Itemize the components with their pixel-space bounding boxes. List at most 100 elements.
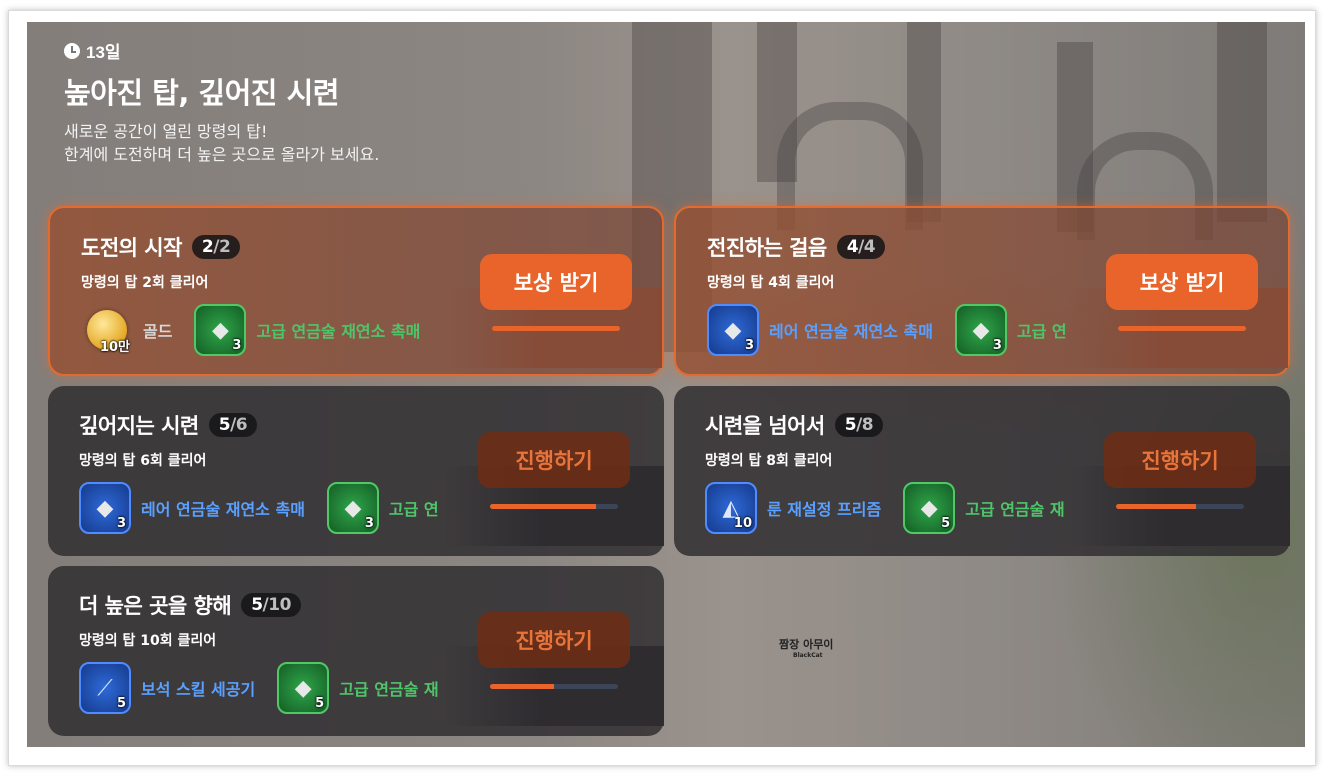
catalyst-icon: ◆ — [972, 317, 990, 343]
catalyst-icon: ◆ — [211, 317, 229, 343]
reward-list: 10만 골드 ◆ 3 고급 연금술 재연소 촉매 — [81, 304, 442, 356]
clock-icon — [64, 42, 80, 59]
counter-total: 4 — [863, 237, 876, 257]
mission-title-text: 도전의 시작 — [81, 236, 182, 260]
mission-card: 시련을 넘어서 5/8 망령의 탑 8회 클리어 ◭ 10 룬 재설정 프리즘 ◆ 5 고급 연… — [674, 386, 1290, 556]
days-label: 13일 — [86, 43, 121, 62]
mission-card: 깊어지는 시련 5/6 망령의 탑 6회 클리어 ◆ 3 레어 연금술 재연소 촉매 ◆ 3 고… — [48, 386, 664, 556]
reward-list: ⟋ 5 보석 스킬 세공기 ◆ 5 고급 연금술 재 — [79, 662, 461, 714]
reward-icon-box: ◆ 3 — [707, 304, 759, 356]
reward-icon-box: 10만 — [81, 304, 133, 356]
mission-title-text: 전진하는 걸음 — [707, 236, 827, 260]
progress-bar — [490, 504, 618, 509]
mission-title-text: 시련을 넘어서 — [705, 414, 825, 438]
reward-name: 레어 연금술 재연소 촉매 — [141, 500, 305, 519]
reward-quantity: 5 — [315, 696, 325, 711]
mission-description: 망령의 탑 4회 클리어 — [707, 275, 835, 291]
reward-icon-box: ◆ 3 — [194, 304, 247, 356]
reward-name: 고급 연금술 재 — [965, 500, 1065, 519]
reward-item[interactable]: ◆ 5 고급 연금술 재 — [277, 662, 439, 714]
reward-quantity: 3 — [232, 338, 242, 353]
reward-name: 보석 스킬 세공기 — [141, 680, 256, 699]
catalyst-icon: ◆ — [724, 317, 742, 343]
counter-current: 4 — [846, 237, 859, 257]
reward-name: 고급 연 — [388, 500, 439, 519]
mission-counter: 5/6 — [208, 413, 258, 437]
reward-icon-box: ⟋ 5 — [79, 662, 131, 714]
mission-card: 더 높은 곳을 향해 5/10 망령의 탑 10회 클리어 ⟋ 5 보석 스킬 세공기 ◆ 5… — [48, 566, 664, 736]
reward-quantity: 10만 — [99, 340, 130, 355]
mission-description: 망령의 탑 8회 클리어 — [705, 453, 833, 469]
progress-fill — [492, 326, 620, 331]
reward-icon-box: ◆ 3 — [326, 482, 379, 534]
reward-name: 골드 — [143, 322, 173, 341]
mission-title-text: 더 높은 곳을 향해 — [79, 594, 232, 618]
watermark: 짬장 아무이 BlackCat — [779, 636, 833, 659]
reward-item[interactable]: ◆ 3 레어 연금술 재연소 촉매 — [707, 304, 933, 356]
remaining-days: 13일 — [64, 38, 379, 63]
mission-title: 도전의 시작 2/2 — [81, 232, 241, 262]
progress-fill — [490, 504, 597, 509]
progress-bar — [1118, 326, 1246, 331]
go-button[interactable]: 진행하기 — [1104, 432, 1256, 488]
go-button[interactable]: 진행하기 — [478, 612, 630, 668]
mission-card: 도전의 시작 2/2 망령의 탑 2회 클리어 10만 골드 ◆ 3 고급 연금술 재연소 촉… — [48, 206, 664, 376]
reward-item[interactable]: ◆ 3 고급 연 — [954, 304, 1067, 356]
progress-bar — [492, 326, 620, 331]
mission-counter: 2/2 — [191, 235, 241, 259]
counter-current: 5 — [844, 415, 857, 435]
progress-bar — [1116, 504, 1244, 509]
event-header: 13일 높아진 탑, 깊어진 시련 새로운 공간이 열린 망령의 탑! 한계에 … — [64, 38, 379, 166]
reward-item[interactable]: ◆ 3 레어 연금술 재연소 촉매 — [79, 482, 305, 534]
event-subtitle: 새로운 공간이 열린 망령의 탑! 한계에 도전하며 더 높은 곳으로 올라가 … — [64, 120, 379, 166]
counter-total: 2 — [218, 237, 231, 257]
mission-description: 망령의 탑 6회 클리어 — [79, 453, 207, 469]
mission-counter: 4/4 — [836, 235, 886, 259]
mission-title-text: 깊어지는 시련 — [79, 414, 199, 438]
catalyst-icon: ◆ — [294, 675, 312, 701]
event-title: 높아진 탑, 깊어진 시련 — [64, 76, 339, 110]
mission-description: 망령의 탑 10회 클리어 — [79, 633, 217, 649]
reward-item[interactable]: 10만 골드 — [81, 304, 172, 356]
subtitle-line: 새로운 공간이 열린 망령의 탑! — [64, 122, 268, 141]
claim-reward-button[interactable]: 보상 받기 — [1106, 254, 1258, 310]
reward-item[interactable]: ◆ 3 고급 연금술 재연소 촉매 — [194, 304, 420, 356]
counter-current: 5 — [251, 595, 263, 615]
reward-quantity: 5 — [116, 696, 126, 711]
counter-total: 8 — [861, 415, 874, 435]
catalyst-icon: ◆ — [920, 495, 938, 521]
reward-quantity: 5 — [941, 516, 951, 531]
reward-item[interactable]: ⟋ 5 보석 스킬 세공기 — [79, 662, 255, 714]
reward-item[interactable]: ◆ 3 고급 연 — [326, 482, 439, 534]
reward-item[interactable]: ◆ 5 고급 연금술 재 — [903, 482, 1065, 534]
reward-quantity: 3 — [116, 516, 126, 531]
watermark-text: BlackCat — [793, 652, 823, 659]
go-button[interactable]: 진행하기 — [478, 432, 630, 488]
counter-current: 2 — [201, 237, 214, 257]
reward-icon-box: ◆ 3 — [79, 482, 131, 534]
reward-icon-box: ◆ 5 — [277, 662, 330, 714]
ruin-pillar — [1217, 22, 1267, 222]
mission-title: 깊어지는 시련 5/6 — [79, 410, 258, 440]
reward-list: ◭ 10 룬 재설정 프리즘 ◆ 5 고급 연금술 재 — [705, 482, 1087, 534]
reward-name: 고급 연금술 재연소 촉매 — [256, 322, 421, 341]
progress-fill — [1116, 504, 1196, 509]
reward-list: ◆ 3 레어 연금술 재연소 촉매 ◆ 3 고급 연 — [79, 482, 461, 534]
mission-counter: 5/10 — [241, 593, 301, 617]
reward-name: 고급 연 — [1016, 322, 1067, 341]
reward-name: 룬 재설정 프리즘 — [767, 500, 882, 519]
progress-fill — [1118, 326, 1246, 331]
reward-name: 레어 연금술 재연소 촉매 — [769, 322, 933, 341]
mission-title: 전진하는 걸음 4/4 — [707, 232, 886, 262]
claim-reward-button[interactable]: 보상 받기 — [480, 254, 632, 310]
reward-icon-box: ◆ 5 — [903, 482, 956, 534]
mission-title: 시련을 넘어서 5/8 — [705, 410, 884, 440]
catalyst-icon: ◆ — [96, 495, 114, 521]
reward-icon-box: ◆ 3 — [954, 304, 1007, 356]
reward-name: 고급 연금술 재 — [339, 680, 439, 699]
mission-counter: 5/8 — [834, 413, 884, 437]
counter-total: 6 — [235, 415, 248, 435]
gem-tool-icon: ⟋ — [97, 675, 113, 701]
reward-item[interactable]: ◭ 10 룬 재설정 프리즘 — [705, 482, 881, 534]
reward-list: ◆ 3 레어 연금술 재연소 촉매 ◆ 3 고급 연 — [707, 304, 1089, 356]
